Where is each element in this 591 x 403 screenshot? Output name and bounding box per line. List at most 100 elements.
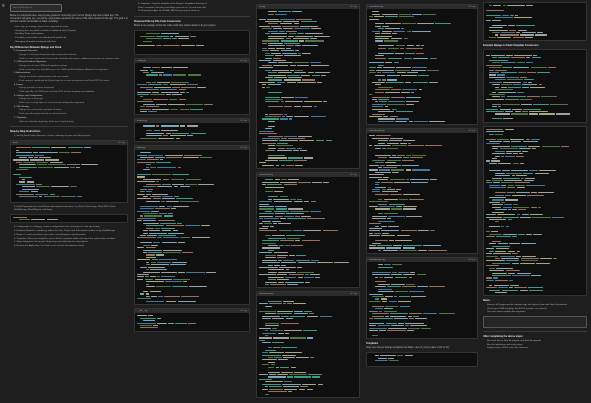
step-6: 6. Templates: Move your templates over t… xyxy=(14,237,116,240)
final-item: Run flask db init, flask db migrate, and… xyxy=(487,340,542,343)
code-filename: forms.py xyxy=(137,146,146,149)
code-filename: routes/main.py xyxy=(369,6,384,8)
code-token xyxy=(495,292,508,294)
code-block: run.py ⧉ Copy xyxy=(256,4,360,169)
code-line xyxy=(137,327,247,329)
intro-line: 10. Running the App: Set FLASK_APP=run.p… xyxy=(138,10,200,13)
code-language: bash xyxy=(13,142,18,145)
message-input[interactable] xyxy=(483,316,587,329)
numbered-subitem: ◦ Flask typically uses WTForms via Flask… xyxy=(18,90,95,93)
search-input[interactable]: Search (Alt+Space) xyxy=(10,4,62,12)
numbered-subitem: ◦ Django uses urls.py files and path fun… xyxy=(18,109,63,112)
copy-button[interactable]: ⧉ Copy xyxy=(468,258,475,262)
code-line xyxy=(486,36,584,38)
copy-button[interactable]: ⧉ Copy xyxy=(240,59,247,63)
numbered-subitem: ◦ Django is a full-stack framework with … xyxy=(18,53,78,56)
code-filename: config.py xyxy=(137,59,146,62)
code-line xyxy=(486,118,584,120)
code-token xyxy=(140,137,157,139)
bullet-item: • Grouping the user profile's relation t… xyxy=(14,29,76,32)
code-line xyxy=(259,283,357,286)
numbered-subitem: ◦ Flask requires something like Flask-Lo… xyxy=(18,79,110,82)
numbered-subitem: ◦ Django uses settings.py. xyxy=(18,98,44,101)
code-token xyxy=(492,118,502,120)
code-token xyxy=(140,111,148,113)
column-1: Search (Alt+Space) Below is a comprehens… xyxy=(10,0,128,403)
code-line xyxy=(137,110,247,113)
code-line xyxy=(369,249,475,251)
numbered-subitem: ◦ Flask uses decorators directly on rout… xyxy=(18,113,67,116)
code-token xyxy=(262,164,275,166)
code-block xyxy=(10,213,128,224)
code-line xyxy=(486,291,584,294)
bullet-item: • Managing all models mentioned with Use… xyxy=(14,40,56,43)
step-3: 3. Configuration: In config.py, create a… xyxy=(14,226,101,229)
step-7: 7. Stripe Integration: Set up your Strip… xyxy=(14,241,89,244)
differences-list: 1. Framework Structure: ◦ Django is a ful… xyxy=(10,50,128,123)
copy-button[interactable]: ⧉ Copy xyxy=(350,173,357,177)
code-block: routes/main.py ⧉ Copy xyxy=(256,291,360,398)
code-token xyxy=(378,249,382,251)
column-4: routes/main.py ⧉ Copy routes/profile.py ⧉ … xyxy=(366,0,478,403)
code-token xyxy=(31,219,46,221)
code-token xyxy=(418,249,427,251)
copy-button[interactable]: ⧉ Copy xyxy=(350,292,357,296)
code-filename: models.py xyxy=(137,120,147,123)
code-token xyxy=(295,164,303,166)
code-block xyxy=(483,49,587,123)
column-2: 9. Templates: Copy the templates from Dj… xyxy=(134,0,250,403)
code-line xyxy=(259,164,357,166)
code-block xyxy=(483,125,587,297)
code-filename: routes/project.py xyxy=(369,259,386,262)
copy-button[interactable]: ⧉ Copy xyxy=(240,119,247,123)
step-5: 5. Routes: In routes.py, define your rou… xyxy=(14,233,87,236)
code-token xyxy=(489,36,496,38)
code-block: forms.py ⧉ Copy xyxy=(134,144,250,306)
copy-button[interactable]: ⧉ Copy xyxy=(468,129,475,133)
steps-title: Step-by-Step Instructions xyxy=(10,130,41,134)
copy-button[interactable]: ⧉ Copy xyxy=(118,141,125,145)
final-title: After completing the above steps: xyxy=(483,335,524,339)
code-block: models.py ⧉ Copy xyxy=(134,118,250,142)
proposal-title: Proposed File-by-File Code Conversion xyxy=(134,20,181,24)
code-token xyxy=(280,164,285,166)
code-token xyxy=(286,284,298,286)
column-3: run.py ⧉ Copy routes/auth.py ⧉ Copy routes… xyxy=(256,0,360,403)
code-block: bash ⧉ Copy xyxy=(10,140,128,203)
numbered-subitem: ◦ Django has built-in authentication wit… xyxy=(18,76,70,79)
note-item: Test each route carefully after migratio… xyxy=(487,311,526,314)
code-token xyxy=(512,36,524,38)
numbered-subitem: ◦ Django provides a forms framework. xyxy=(18,87,55,90)
bullet-item: • Handling Stripe subscriptions xyxy=(14,33,44,36)
intro-paragraph: Below is a comprehensive, step-by-step g… xyxy=(10,15,128,23)
code-line xyxy=(137,137,247,139)
code-line xyxy=(369,120,475,122)
example-title: Example Django to Flask Template Convers… xyxy=(483,44,539,48)
code-token xyxy=(148,111,157,113)
code-token xyxy=(413,120,429,122)
code-block: routes/project.py ⧉ Copy xyxy=(366,257,478,340)
final-item: Deploy using a WSGI server like Gunicorn… xyxy=(487,347,529,350)
menu-icon[interactable]: ≡ xyxy=(2,4,7,9)
code-block xyxy=(483,2,587,42)
intro-line: 9. Templates: Copy the templates from Dj… xyxy=(138,3,207,5)
divider xyxy=(10,126,128,128)
code-token xyxy=(285,164,295,166)
copy-button[interactable]: ⧉ Copy xyxy=(240,309,247,313)
copy-button[interactable]: ⧉ Copy xyxy=(350,5,357,9)
code-token xyxy=(497,36,512,38)
numbered-subitem: ◦ Flask commonly uses SQLAlchemy as the … xyxy=(18,68,109,71)
code-token xyxy=(524,36,533,38)
divider xyxy=(483,331,587,333)
copy-button[interactable]: ⧉ Copy xyxy=(468,5,475,9)
code-token xyxy=(395,120,408,122)
code-token xyxy=(503,118,514,120)
copy-button[interactable]: ⧉ Copy xyxy=(240,146,247,150)
code-filename: run.py xyxy=(259,6,266,8)
code-token xyxy=(19,219,30,221)
code-block xyxy=(366,351,478,367)
notes-title: Notes xyxy=(483,299,490,303)
